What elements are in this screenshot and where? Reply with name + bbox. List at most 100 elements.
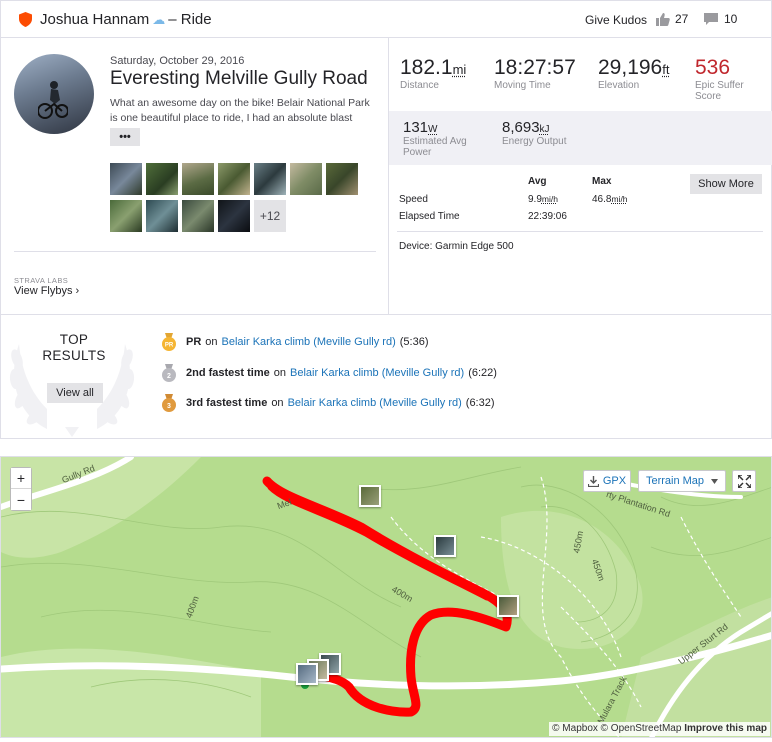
top-results-title-line2: RESULTS [42, 348, 106, 363]
zoom-in-button[interactable]: + [11, 468, 31, 489]
give-kudos-button[interactable]: Give Kudos [585, 13, 647, 27]
gpx-label: GPX [602, 475, 627, 487]
power-stats-row: 131W Estimated Avg Power 8,693kJ Energy … [389, 111, 772, 165]
activity-header: Joshua Hannam ☁ – Ride Give Kudos 27 10 [0, 0, 772, 38]
photo-thumbnail[interactable] [290, 163, 322, 195]
stat-suffer-score[interactable]: 536 Epic Suffer Score [695, 56, 744, 102]
result-time: (6:22) [468, 367, 497, 379]
suffer-score-label-line2: Score [695, 91, 722, 102]
stat-moving-time: 18:27:57 Moving Time [494, 56, 576, 91]
chevron-down-icon [711, 478, 719, 484]
result-row: PR PR on Belair Karka climb (Meville Gul… [161, 332, 429, 352]
photo-thumbnail[interactable] [254, 163, 286, 195]
result-connector: on [273, 367, 286, 379]
photo-thumbnail[interactable] [146, 200, 178, 232]
fullscreen-button[interactable] [732, 470, 756, 492]
strava-labs-label: STRAVA LABS [14, 276, 69, 285]
silver-medal-icon: 2 [162, 364, 176, 382]
kudos-count-button[interactable]: 27 [656, 12, 688, 26]
map-photo-marker[interactable] [296, 663, 318, 685]
more-photos-button[interactable]: +12 [254, 200, 286, 232]
download-icon [587, 475, 599, 487]
show-more-button[interactable]: Show More [690, 174, 762, 194]
pr-medal-icon: PR [162, 333, 176, 351]
result-row: 2 2nd fastest time on Belair Karka climb… [161, 363, 497, 383]
result-rank: 3rd fastest time [186, 397, 268, 409]
distance-label: Distance [400, 80, 439, 91]
result-rank: 2nd fastest time [186, 367, 270, 379]
result-row: 3 3rd fastest time on Belair Karka climb… [161, 393, 495, 413]
elapsed-time-label: Elapsed Time [399, 211, 460, 222]
photo-thumbnail[interactable] [218, 200, 250, 232]
map-photo-marker[interactable] [497, 595, 519, 617]
attribution-text[interactable]: © Mapbox © OpenStreetMap [552, 723, 681, 734]
speed-row-label: Speed [399, 194, 428, 205]
thumbs-up-icon [656, 12, 670, 26]
comment-count: 10 [724, 12, 738, 26]
moving-time-value: 18:27:57 [494, 56, 576, 79]
suffer-score-value: 536 [695, 56, 731, 79]
athlete-name-link[interactable]: Joshua Hannam [40, 11, 149, 28]
photo-thumbnail[interactable] [110, 163, 142, 195]
result-connector: on [205, 336, 218, 348]
elapsed-time-value: 22:39:06 [528, 211, 567, 222]
speed-max-value: 46.8mi/h [592, 194, 628, 205]
distance-value: 182.1 [400, 56, 453, 79]
distance-unit: mi [452, 62, 467, 77]
photo-thumbnail[interactable] [218, 163, 250, 195]
details-divider [14, 251, 376, 252]
activity-map[interactable]: Gully Rd rty Plantation Rd Upper Sturt R… [0, 456, 772, 738]
zoom-out-button[interactable]: − [11, 489, 31, 510]
map-photo-marker[interactable] [359, 485, 381, 507]
top-results-title: TOP RESULTS [39, 332, 109, 364]
result-time: (5:36) [399, 336, 429, 348]
export-gpx-button[interactable]: GPX [583, 470, 631, 492]
segment-link[interactable]: Belair Karka climb (Meville Gully rd) [288, 397, 462, 409]
expand-icon [737, 474, 751, 488]
photo-thumbnail[interactable] [182, 200, 214, 232]
moving-time-label: Moving Time [494, 80, 551, 91]
elevation-label: Elevation [598, 80, 640, 91]
bronze-medal-icon: 3 [162, 394, 176, 412]
stat-elevation: 29,196ft Elevation [598, 56, 669, 91]
activity-name: Everesting Melville Gully Road [110, 68, 368, 89]
activity-type-label: – Ride [168, 11, 212, 28]
svg-text:2: 2 [167, 373, 171, 380]
comment-icon [704, 12, 718, 25]
stat-power: 131W Estimated Avg Power [403, 119, 467, 158]
kudos-count: 27 [675, 12, 689, 26]
result-time: (6:32) [465, 397, 495, 409]
svg-text:PR: PR [165, 343, 174, 349]
speed-avg-value: 9.9mi/h [528, 194, 558, 205]
zoom-control: + − [10, 467, 32, 511]
photo-thumbnail[interactable] [110, 200, 142, 232]
activity-date: Saturday, October 29, 2016 [110, 55, 245, 67]
view-flybys-link[interactable]: View Flybys › [14, 285, 79, 297]
result-connector: on [271, 397, 284, 409]
energy-label: Energy Output [502, 136, 567, 147]
activity-description: What an awesome day on the bike! Belair … [110, 97, 370, 124]
photo-thumbnail[interactable] [146, 163, 178, 195]
elevation-value: 29,196 [598, 56, 663, 79]
power-unit: W [428, 124, 438, 135]
stat-energy: 8,693kJ Energy Output [502, 119, 566, 147]
map-photo-marker[interactable] [434, 535, 456, 557]
athlete-avatar[interactable] [14, 54, 94, 134]
more-options-button[interactable]: ••• [110, 128, 140, 146]
segment-link[interactable]: Belair Karka climb (Meville Gully rd) [222, 336, 396, 348]
svg-text:3: 3 [167, 403, 171, 410]
improve-map-link[interactable]: Improve this map [684, 723, 767, 734]
view-all-results-button[interactable]: View all [47, 383, 103, 403]
stat-distance: 182.1mi Distance [400, 56, 466, 91]
segment-link[interactable]: Belair Karka climb (Meville Gully rd) [290, 367, 464, 379]
avg-column-header: Avg [528, 176, 547, 187]
comment-count-button[interactable]: 10 [704, 12, 737, 26]
map-type-select[interactable]: Terrain Map [638, 470, 726, 492]
top-results-panel: TOP RESULTS View all PR PR on Belair Kar… [0, 314, 772, 439]
result-rank: PR [186, 336, 202, 348]
photo-thumbnail[interactable] [326, 163, 358, 195]
map-type-value: Terrain Map [645, 475, 705, 487]
activity-details-panel: Saturday, October 29, 2016 Everesting Me… [0, 38, 389, 314]
photo-thumbnail[interactable] [182, 163, 214, 195]
power-label-line1: Estimated Avg [403, 136, 467, 147]
